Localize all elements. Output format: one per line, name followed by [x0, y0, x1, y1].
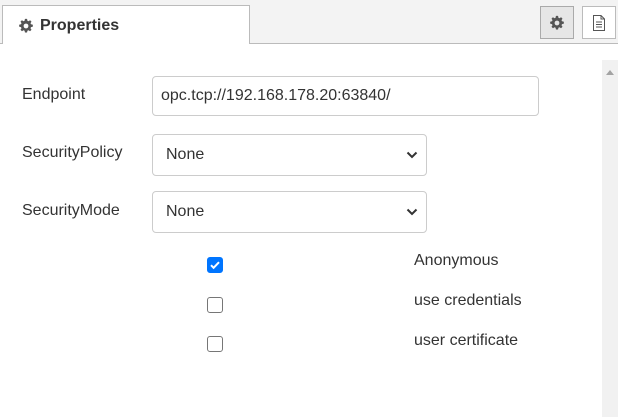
endpoint-label: Endpoint — [22, 86, 86, 103]
properties-panel: Properties Endpoint opc.tcp://192.168.17… — [0, 0, 618, 417]
document-icon — [592, 14, 606, 31]
security-mode-select[interactable]: None — [152, 191, 427, 233]
anonymous-label: Anonymous — [414, 252, 499, 269]
tab-bar: Properties — [0, 0, 618, 45]
anonymous-checkbox[interactable] — [207, 257, 223, 273]
scroll-up-arrow-icon[interactable] — [606, 70, 614, 75]
chevron-down-icon — [406, 151, 418, 159]
security-policy-label: SecurityPolicy — [22, 144, 123, 161]
info-tab-button[interactable] — [582, 6, 616, 39]
security-mode-value: None — [166, 203, 205, 220]
security-policy-select[interactable]: None — [152, 134, 427, 176]
settings-tab-button[interactable] — [540, 6, 574, 39]
vertical-scrollbar[interactable] — [602, 60, 618, 417]
tab-properties-label: Properties — [40, 16, 120, 34]
security-policy-value: None — [166, 146, 205, 163]
gear-icon — [549, 15, 565, 31]
chevron-down-icon — [406, 208, 418, 216]
gear-icon — [18, 18, 34, 34]
endpoint-input[interactable]: opc.tcp://192.168.178.20:63840/ — [152, 76, 539, 116]
use-credentials-checkbox[interactable] — [207, 297, 223, 313]
security-mode-label: SecurityMode — [22, 202, 120, 219]
use-credentials-label: use credentials — [414, 292, 522, 309]
user-certificate-label: user certificate — [414, 332, 519, 349]
checkmark-icon — [210, 261, 220, 270]
tab-properties[interactable]: Properties — [2, 5, 250, 45]
user-certificate-checkbox[interactable] — [207, 336, 223, 352]
